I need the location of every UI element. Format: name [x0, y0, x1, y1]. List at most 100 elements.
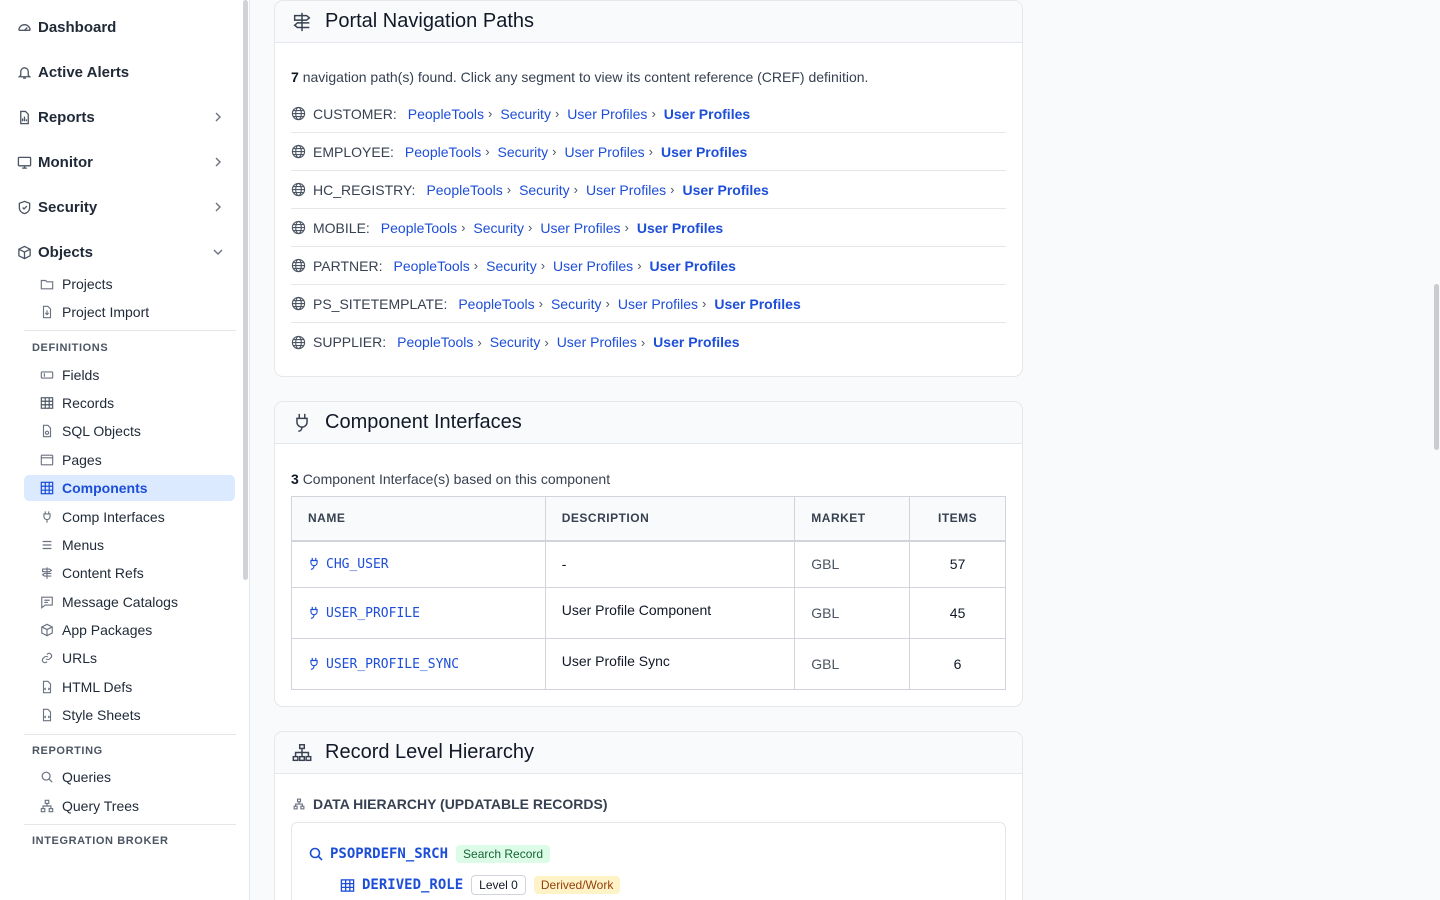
path-segment[interactable]: PeopleTools [408, 106, 484, 122]
sidebar-item-query-trees[interactable]: Query Trees [24, 793, 235, 819]
ci-name-link[interactable]: CHG_USER [326, 557, 389, 572]
sidebar-item-fields[interactable]: Fields [24, 362, 235, 388]
grid-icon [39, 480, 55, 496]
path-segment[interactable]: PeopleTools [405, 144, 481, 160]
sidebar-item-projects[interactable]: Projects [24, 271, 235, 297]
sidebar-item-security[interactable]: Security [16, 197, 228, 217]
sidebar-item-app-packages[interactable]: App Packages [24, 617, 235, 643]
path-segment[interactable]: User Profiles [540, 220, 620, 236]
path-segment[interactable]: PeopleTools [397, 334, 473, 350]
sidebar-item-sql-objects[interactable]: SQL Objects [24, 418, 235, 444]
table-row[interactable]: USER_PROFILE_SYNC User Profile Sync GBL 6 [291, 638, 1006, 690]
sidebar-item-active-alerts[interactable]: Active Alerts [16, 62, 228, 82]
sidebar-item-queries[interactable]: Queries [24, 764, 235, 790]
path-segment-final[interactable]: User Profiles [637, 220, 723, 236]
stylesheet-icon [39, 707, 55, 723]
column-header-market[interactable]: MARKET [794, 496, 911, 542]
path-segment-final[interactable]: User Profiles [714, 296, 800, 312]
sidebar-item-menus[interactable]: Menus [24, 532, 235, 558]
ci-name-link[interactable]: USER_PROFILE_SYNC [326, 657, 459, 672]
sidebar-item-message-catalogs[interactable]: Message Catalogs [24, 589, 235, 615]
sidebar-item-style-sheets[interactable]: Style Sheets [24, 702, 235, 728]
path-segment-final[interactable]: User Profiles [650, 258, 736, 274]
path-segment[interactable]: User Profiles [567, 106, 647, 122]
path-segment-final[interactable]: User Profiles [653, 334, 739, 350]
path-segment[interactable]: PeopleTools [458, 296, 534, 312]
ci-market-cell: GBL [794, 540, 911, 588]
breadcrumb-separator: › [670, 182, 675, 197]
path-segment[interactable]: Security [500, 106, 551, 122]
sidebar-item-pages[interactable]: Pages [24, 447, 235, 473]
path-segment[interactable]: PeopleTools [394, 258, 470, 274]
path-segment-final[interactable]: User Profiles [664, 106, 750, 122]
breadcrumb-separator: › [488, 106, 493, 121]
path-segment[interactable]: Security [551, 296, 602, 312]
path-segment[interactable]: User Profiles [586, 182, 666, 198]
path-segment[interactable]: PeopleTools [426, 182, 502, 198]
sidebar-divider [24, 330, 236, 331]
sidebar-item-project-import[interactable]: Project Import [24, 299, 235, 325]
path-segment[interactable]: Security [473, 220, 524, 236]
monitor-icon [16, 154, 32, 170]
path-row: HC_REGISTRY: PeopleTools › Security › User Pr… [291, 171, 1006, 209]
sidebar-item-components[interactable]: Components [24, 475, 235, 501]
path-segment[interactable]: PeopleTools [381, 220, 457, 236]
sidebar-item-label: App Packages [62, 622, 153, 638]
page-scrollbar[interactable] [1434, 284, 1439, 450]
field-icon [39, 367, 55, 383]
breadcrumb-separator: › [540, 258, 546, 273]
hierarchy-level0-row: DERIVED_ROLE Level 0 Derived/Work [340, 875, 621, 895]
sidebar-item-html-defs[interactable]: HTML Defs [24, 674, 235, 700]
breadcrumb-separator: › [473, 258, 479, 273]
sql-file-icon [39, 423, 55, 439]
cube-icon [16, 244, 32, 260]
file-import-icon [39, 304, 55, 320]
path-segment[interactable]: Security [498, 144, 549, 160]
path-segment[interactable]: User Profiles [553, 258, 633, 274]
sidebar-item-reports[interactable]: Reports [16, 107, 228, 127]
path-segment[interactable]: Security [519, 182, 570, 198]
signpost-icon [291, 11, 313, 33]
breadcrumb-separator: › [506, 182, 512, 197]
sidebar-scrollbar[interactable] [243, 0, 248, 580]
path-row: EMPLOYEE: PeopleTools › Security › User Profi… [291, 133, 1006, 171]
path-segment[interactable]: User Profiles [564, 144, 644, 160]
path-segment[interactable]: Security [486, 258, 537, 274]
level-badge: Level 0 [471, 875, 526, 895]
table-row[interactable]: CHG_USER - GBL 57 [291, 540, 1006, 588]
plug-icon [308, 557, 320, 571]
message-icon [39, 594, 55, 610]
path-segment-final[interactable]: User Profiles [682, 182, 768, 198]
ci-name-link[interactable]: USER_PROFILE [326, 606, 420, 621]
sidebar-item-comp-interfaces[interactable]: Comp Interfaces [24, 504, 235, 530]
path-segment-final[interactable]: User Profiles [661, 144, 747, 160]
table-icon [39, 395, 55, 411]
breadcrumb-separator: › [605, 296, 610, 311]
card-header: Record Level Hierarchy [275, 732, 1022, 774]
sidebar-item-label: Projects [62, 276, 113, 292]
sidebar-item-label: Security [38, 198, 98, 216]
sidebar-item-content-refs[interactable]: Content Refs [24, 560, 235, 586]
ci-summary-text: Component Interface(s) based on this com… [302, 471, 611, 487]
sidebar-item-monitor[interactable]: Monitor [16, 152, 228, 172]
path-segment[interactable]: User Profiles [618, 296, 698, 312]
column-header-description[interactable]: DESCRIPTION [544, 496, 796, 542]
sidebar-item-records[interactable]: Records [24, 390, 235, 416]
record-link[interactable]: DERIVED_ROLE [362, 877, 463, 893]
sidebar-item-dashboard[interactable]: Dashboard [16, 17, 228, 37]
sidebar-item-label: Project Import [62, 304, 150, 320]
table-row[interactable]: USER_PROFILE User Profile Component GBL 45 [291, 587, 1006, 639]
sidebar-item-urls[interactable]: URLs [24, 645, 235, 671]
globe-icon [291, 106, 306, 121]
path-segment[interactable]: User Profiles [557, 334, 637, 350]
record-link[interactable]: PSOPRDEFN_SRCH [330, 846, 448, 862]
hierarchy-subtitle: DATA HIERARCHY (UPDATABLE RECORDS) [293, 796, 608, 812]
column-header-name[interactable]: NAME [291, 496, 546, 542]
paths-summary: 7 navigation path(s) found. Click any se… [291, 69, 868, 85]
sidebar-item-objects[interactable]: Objects [16, 242, 228, 262]
paths-count: 7 [291, 69, 299, 85]
column-header-items[interactable]: ITEMS [909, 496, 1006, 542]
portal-name: PARTNER: [313, 257, 383, 274]
page-icon [39, 452, 55, 468]
path-segment[interactable]: Security [490, 334, 541, 350]
